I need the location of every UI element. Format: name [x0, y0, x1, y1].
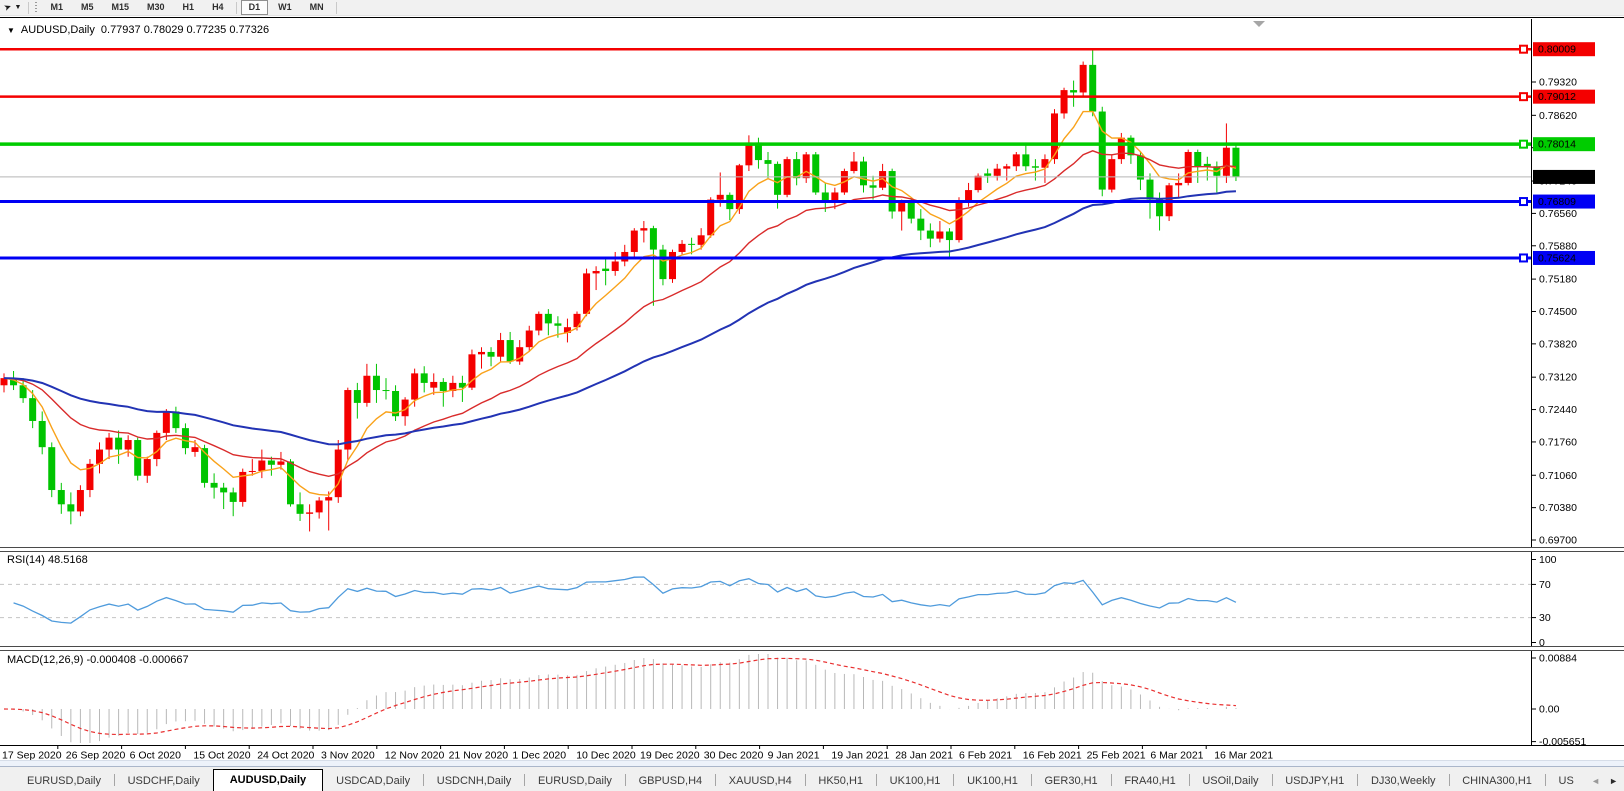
svg-text:0.71060: 0.71060 — [1539, 470, 1577, 482]
macd-pane[interactable]: 0.00884 0.00 -0.005651 — [4, 653, 1586, 749]
timeframe-d1-button[interactable]: D1 — [241, 0, 269, 15]
svg-text:0.79320: 0.79320 — [1539, 77, 1577, 89]
chevron-down-icon: ▼ — [15, 4, 22, 11]
timeframe-w1-button[interactable]: W1 — [270, 0, 300, 15]
horizontal-lines[interactable]: 0.80009 0.79012 0.78014 0.77326 0.76809 0.756… — [0, 42, 1595, 265]
tab-ger30-h1[interactable]: GER30,H1 — [1031, 772, 1110, 791]
timeframe-m5-button[interactable]: M5 — [73, 0, 102, 15]
tab-eurusd-daily[interactable]: EURUSD,Daily — [14, 772, 114, 791]
chart-symbol-label: AUDUSD,Daily — [21, 24, 95, 36]
svg-text:0.78014: 0.78014 — [1538, 139, 1576, 151]
toolbar-separator — [28, 2, 29, 14]
timeframe-h4-button[interactable]: H4 — [204, 0, 232, 15]
timeframe-h1-button[interactable]: H1 — [175, 0, 203, 15]
chart-pointer-dropdown[interactable]: ➤ ▼ — [0, 1, 25, 15]
tab-scroll-right-icon[interactable]: ► — [1609, 776, 1618, 786]
tab-china300-h1[interactable]: CHINA300,H1 — [1449, 772, 1545, 791]
svg-text:0.71760: 0.71760 — [1539, 436, 1577, 448]
tab-scroll-left-icon[interactable]: ◄ — [1591, 776, 1600, 786]
svg-text:0.75624: 0.75624 — [1538, 252, 1576, 264]
tab-usdcad-daily[interactable]: USDCAD,Daily — [323, 772, 423, 791]
ma-slow-line — [4, 191, 1236, 444]
toolbar-separator — [236, 2, 237, 14]
tab-usdjpy-h1[interactable]: USDJPY,H1 — [1272, 772, 1357, 791]
tab-usoil-daily[interactable]: USOil,Daily — [1189, 772, 1271, 791]
chart-pointer-icon: ➤ — [2, 1, 13, 14]
svg-text:-0.005651: -0.005651 — [1539, 736, 1586, 748]
svg-text:0.00: 0.00 — [1539, 704, 1560, 716]
svg-text:0.73120: 0.73120 — [1539, 372, 1577, 384]
candles-group[interactable] — [1, 49, 1240, 531]
chart-shift-marker-icon[interactable] — [1253, 21, 1265, 27]
svg-text:0.78620: 0.78620 — [1539, 110, 1577, 122]
timeframe-m1-button[interactable]: M1 — [42, 0, 71, 15]
tab-fra40-h1[interactable]: FRA40,H1 — [1111, 772, 1188, 791]
chart-window: 0.793200.786200.779400.772400.765600.758… — [0, 17, 1624, 760]
top-toolbar: ➤ ▼ M1M5M15M30H1H4 D1W1MN — [0, 0, 1624, 16]
svg-text:0.73820: 0.73820 — [1539, 338, 1577, 350]
tab-hk50-h1[interactable]: HK50,H1 — [805, 772, 876, 791]
rsi-indicator-label: RSI(14) 48.5168 — [7, 554, 88, 566]
svg-text:0.77326: 0.77326 — [1538, 171, 1576, 183]
tab-uk100-h1[interactable]: UK100,H1 — [877, 772, 954, 791]
svg-text:70: 70 — [1539, 579, 1551, 591]
svg-text:0.76560: 0.76560 — [1539, 208, 1577, 220]
symbol-collapse-caret-icon[interactable]: ▼ — [7, 26, 15, 35]
ma-medium-line — [4, 151, 1236, 477]
svg-text:100: 100 — [1539, 554, 1557, 566]
svg-text:0.75180: 0.75180 — [1539, 274, 1577, 286]
svg-text:0.69700: 0.69700 — [1539, 535, 1577, 547]
chart-ohlc-values: 0.77937 0.78029 0.77235 0.77326 — [101, 24, 269, 36]
svg-text:0.70380: 0.70380 — [1539, 502, 1577, 514]
tab-usdcnh-daily[interactable]: USDCNH,Daily — [424, 772, 525, 791]
svg-text:30: 30 — [1539, 612, 1551, 624]
svg-text:0.76809: 0.76809 — [1538, 196, 1576, 208]
timeframe-m15-button[interactable]: M15 — [104, 0, 138, 15]
svg-text:0.80009: 0.80009 — [1538, 44, 1576, 56]
svg-text:0.00884: 0.00884 — [1539, 653, 1577, 665]
svg-text:0.79012: 0.79012 — [1538, 91, 1576, 103]
pane-separators[interactable] — [0, 548, 1624, 651]
tab-gbpusd-h4[interactable]: GBPUSD,H4 — [626, 772, 716, 791]
tab-uk100-h1[interactable]: UK100,H1 — [954, 772, 1031, 791]
chart-tab-bar: EURUSD,DailyUSDCHF,DailyAUDUSD,DailyUSDC… — [0, 766, 1624, 791]
svg-text:0.74500: 0.74500 — [1539, 306, 1577, 318]
svg-text:0.75880: 0.75880 — [1539, 240, 1577, 252]
toolbar-grip[interactable] — [34, 2, 37, 14]
chart-title: ▼ AUDUSD,Daily 0.77937 0.78029 0.77235 0… — [7, 24, 269, 36]
svg-text:0.72440: 0.72440 — [1539, 404, 1577, 416]
tab-xauusd-h4[interactable]: XAUUSD,H4 — [716, 772, 805, 791]
timeframe-mn-button[interactable]: MN — [302, 0, 332, 15]
svg-text:0: 0 — [1539, 637, 1545, 649]
tab-uso[interactable]: USO — [1546, 772, 1574, 791]
tab-usdchf-daily[interactable]: USDCHF,Daily — [115, 772, 213, 791]
tab-audusd-daily[interactable]: AUDUSD,Daily — [213, 769, 323, 791]
chart-canvas[interactable]: 0.793200.786200.779400.772400.765600.758… — [0, 19, 1624, 761]
toolbar-separator — [336, 2, 337, 14]
time-axis: 17 Sep 202026 Sep 20206 Oct 202015 Oct 2… — [0, 745, 1624, 761]
timeframe-m30-button[interactable]: M30 — [139, 0, 173, 15]
tab-scroll-arrows: ◄ ► — [1591, 776, 1618, 786]
rsi-pane[interactable]: 100 70 30 0 — [0, 554, 1557, 649]
tab-dj30-weekly[interactable]: DJ30,Weekly — [1358, 772, 1449, 791]
tab-eurusd-daily[interactable]: EURUSD,Daily — [525, 772, 625, 791]
macd-indicator-label: MACD(12,26,9) -0.000408 -0.000667 — [7, 654, 189, 666]
price-axis: 0.793200.786200.779400.772400.765600.758… — [1531, 19, 1577, 745]
